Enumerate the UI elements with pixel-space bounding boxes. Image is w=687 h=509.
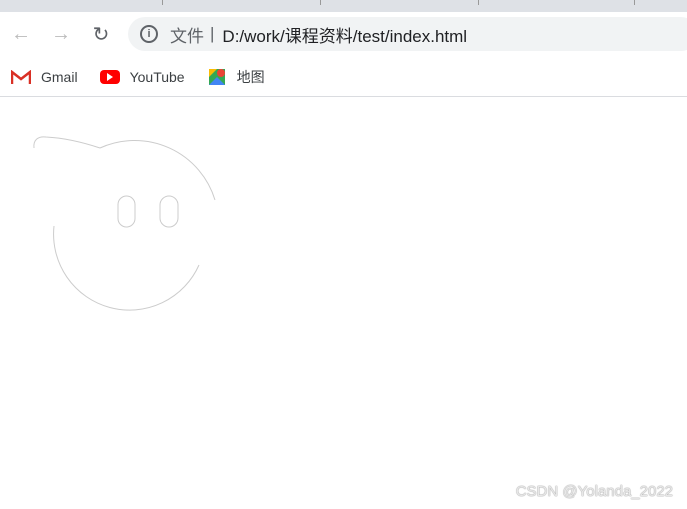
face-top-arc xyxy=(99,140,216,201)
tab-divider xyxy=(478,0,479,5)
gmail-icon xyxy=(11,69,31,85)
forward-button[interactable]: → xyxy=(49,22,73,46)
youtube-icon xyxy=(99,70,120,84)
face-hair xyxy=(33,136,101,149)
maps-icon xyxy=(207,69,227,85)
url-text: D:/work/课程资料/test/index.html xyxy=(222,26,468,46)
bookmark-label: Gmail xyxy=(41,69,78,85)
address-bar[interactable]: i 文件 | D:/work/课程资料/test/index.html xyxy=(128,17,687,51)
separator: | xyxy=(210,24,215,43)
right-eye xyxy=(159,195,179,228)
bookmark-gmail[interactable]: Gmail xyxy=(11,69,78,85)
bookmarks-bar: Gmail YouTube 地图 xyxy=(0,58,687,97)
bookmark-youtube[interactable]: YouTube xyxy=(99,69,185,85)
watermark: CSDN @Yolanda_2022 xyxy=(515,483,673,500)
left-eye xyxy=(117,195,136,228)
tab-divider xyxy=(162,0,163,5)
reload-button[interactable]: ↻ xyxy=(89,22,113,46)
scheme-label: 文件 xyxy=(170,26,204,46)
tab-divider xyxy=(320,0,321,5)
bookmark-maps[interactable]: 地图 xyxy=(207,67,265,87)
back-button[interactable]: ← xyxy=(9,22,33,46)
reload-icon: ↻ xyxy=(92,23,110,46)
bookmark-label: YouTube xyxy=(129,69,185,85)
bookmark-label: 地图 xyxy=(236,69,265,85)
arrow-right-icon: → xyxy=(51,22,71,45)
face-bottom-arc xyxy=(53,225,200,311)
browser-toolbar: ← → ↻ i 文件 | D:/work/课程资料/test/index.htm… xyxy=(0,12,687,58)
tab-divider xyxy=(634,0,635,5)
face-drawing xyxy=(33,136,216,311)
tab-strip xyxy=(0,0,687,12)
arrow-left-icon: ← xyxy=(11,22,31,45)
info-icon[interactable]: i xyxy=(140,25,158,43)
